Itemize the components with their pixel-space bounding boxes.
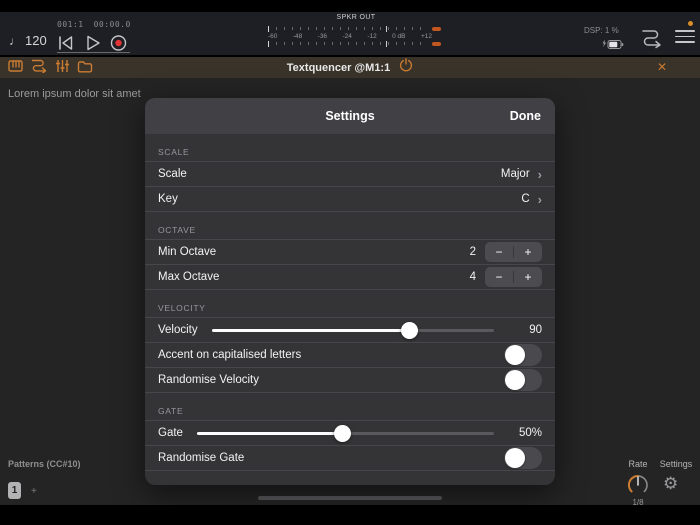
row-scale[interactable]: Scale Major › bbox=[145, 162, 555, 187]
meter-tick: 0 dB bbox=[392, 33, 406, 40]
row-velocity: Velocity 90 bbox=[145, 318, 555, 343]
row-value: 2 bbox=[469, 246, 476, 258]
routing-icon[interactable] bbox=[638, 28, 664, 55]
row-label: Max Octave bbox=[158, 271, 220, 283]
row-value: C bbox=[521, 193, 530, 205]
section-octave: OCTAVE Min Octave 2 − + Max Octave 4 − + bbox=[145, 212, 555, 290]
transport-underline bbox=[57, 52, 130, 53]
row-label: Randomise Velocity bbox=[158, 374, 259, 386]
velocity-slider[interactable] bbox=[211, 321, 494, 339]
patterns-label: Patterns (CC#10) bbox=[8, 459, 81, 469]
row-randomise-gate: Randomise Gate bbox=[145, 446, 555, 471]
menu-notification-dot bbox=[688, 21, 693, 26]
plugin-title: Textquencer @M1:1 bbox=[286, 61, 391, 74]
rate-value: 1/8 bbox=[632, 498, 644, 507]
row-gate: Gate 50% bbox=[145, 421, 555, 446]
slider-thumb[interactable] bbox=[401, 321, 419, 339]
section-header: OCTAVE bbox=[158, 225, 196, 235]
rewind-button[interactable] bbox=[57, 35, 77, 52]
row-accent-toggle: Accent on capitalised letters bbox=[145, 343, 555, 368]
row-label: Velocity bbox=[158, 324, 198, 336]
done-button[interactable]: Done bbox=[510, 109, 541, 123]
section-header: SCALE bbox=[158, 147, 190, 157]
position-display: 001:1 00:00.0 bbox=[57, 20, 141, 29]
increment-button[interactable]: + bbox=[514, 267, 542, 287]
row-label: Gate bbox=[158, 427, 183, 439]
gate-slider[interactable] bbox=[196, 424, 494, 442]
plugin-toolbar: Textquencer @M1:1 ✕ bbox=[0, 57, 700, 78]
clip-indicator-right bbox=[432, 42, 441, 46]
play-button[interactable] bbox=[86, 35, 106, 52]
gear-icon[interactable]: ⚙ bbox=[663, 474, 678, 494]
row-label: Randomise Gate bbox=[158, 452, 245, 464]
section-gate: GATE Gate 50% Randomise Gate bbox=[145, 393, 555, 471]
tempo-value: 120 bbox=[25, 33, 47, 48]
pattern-1-button[interactable]: 1 bbox=[8, 482, 21, 499]
slider-thumb[interactable] bbox=[334, 424, 352, 442]
max-octave-stepper: − + bbox=[485, 267, 542, 287]
min-octave-stepper: − + bbox=[485, 242, 542, 262]
row-min-octave: Min Octave 2 − + bbox=[145, 240, 555, 265]
output-level-meter: SPKR OUT -60 -48 -36 -24 -12 0 dB +12 bbox=[268, 14, 444, 52]
randomise-velocity-toggle[interactable] bbox=[504, 369, 542, 391]
meter-tick: -60 bbox=[268, 33, 278, 40]
dsp-usage-label: DSP: 1 % bbox=[584, 26, 619, 35]
chevron-right-icon: › bbox=[537, 191, 542, 207]
row-max-octave: Max Octave 4 − + bbox=[145, 265, 555, 290]
meter-tick-strip-left bbox=[268, 26, 428, 32]
record-button[interactable] bbox=[110, 35, 130, 52]
rate-label: Rate bbox=[628, 459, 648, 469]
settings-label: Settings bbox=[659, 459, 693, 469]
add-pattern-button[interactable]: + bbox=[31, 486, 37, 497]
row-label: Scale bbox=[158, 168, 187, 180]
increment-button[interactable]: + bbox=[514, 242, 542, 262]
accent-toggle[interactable] bbox=[504, 344, 542, 366]
row-label: Min Octave bbox=[158, 246, 217, 258]
meter-tick-strip-right bbox=[268, 41, 428, 47]
decrement-button[interactable]: − bbox=[485, 267, 513, 287]
slider-value: 90 bbox=[529, 324, 542, 336]
section-header: GATE bbox=[158, 406, 184, 416]
section-scale: SCALE Scale Major › Key C › bbox=[145, 134, 555, 212]
row-value: Major bbox=[500, 168, 530, 180]
modal-header: Settings Done bbox=[145, 98, 555, 134]
horizontal-scrollbar[interactable] bbox=[258, 496, 442, 500]
settings-modal: Settings Done SCALE Scale Major › Key C … bbox=[145, 98, 555, 485]
row-label: Key bbox=[158, 193, 178, 205]
randomise-gate-toggle[interactable] bbox=[504, 447, 542, 469]
modal-title: Settings bbox=[325, 109, 375, 123]
position-time: 00:00.0 bbox=[93, 20, 131, 29]
quarter-note-icon: ♩ bbox=[9, 34, 21, 48]
power-icon[interactable] bbox=[399, 58, 413, 77]
row-label: Accent on capitalised letters bbox=[158, 349, 302, 361]
battery-icon bbox=[601, 37, 625, 55]
meter-tick: -36 bbox=[317, 33, 328, 40]
tempo-display[interactable]: ♩ 120 bbox=[9, 33, 47, 48]
meter-tick: +12 bbox=[420, 33, 432, 40]
section-header: VELOCITY bbox=[158, 303, 206, 313]
clip-indicator-left bbox=[432, 27, 441, 31]
meter-tick: -12 bbox=[367, 33, 377, 40]
menu-icon[interactable] bbox=[675, 30, 695, 44]
decrement-button[interactable]: − bbox=[485, 242, 513, 262]
chevron-right-icon: › bbox=[537, 166, 542, 182]
app-screen: ♩ 120 001:1 00:00.0 SPKR OUT -60 -48 -36 -… bbox=[0, 0, 700, 525]
row-randomise-velocity: Randomise Velocity bbox=[145, 368, 555, 393]
sequence-text[interactable]: Lorem ipsum dolor sit amet bbox=[8, 88, 141, 100]
meter-label: SPKR OUT bbox=[336, 14, 376, 21]
meter-tick: -48 bbox=[292, 33, 303, 40]
meter-tick: -24 bbox=[342, 33, 352, 40]
close-icon[interactable]: ✕ bbox=[657, 60, 667, 74]
transport-bar: ♩ 120 001:1 00:00.0 SPKR OUT -60 -48 -36 -… bbox=[0, 12, 700, 55]
position-bars: 001:1 bbox=[57, 20, 84, 29]
section-velocity: VELOCITY Velocity 90 Accent on capitalis… bbox=[145, 290, 555, 393]
row-value: 4 bbox=[469, 271, 476, 283]
meter-scale-labels: -60 -48 -36 -24 -12 0 dB +12 bbox=[268, 33, 432, 40]
row-key[interactable]: Key C › bbox=[145, 187, 555, 212]
slider-value: 50% bbox=[518, 427, 542, 439]
